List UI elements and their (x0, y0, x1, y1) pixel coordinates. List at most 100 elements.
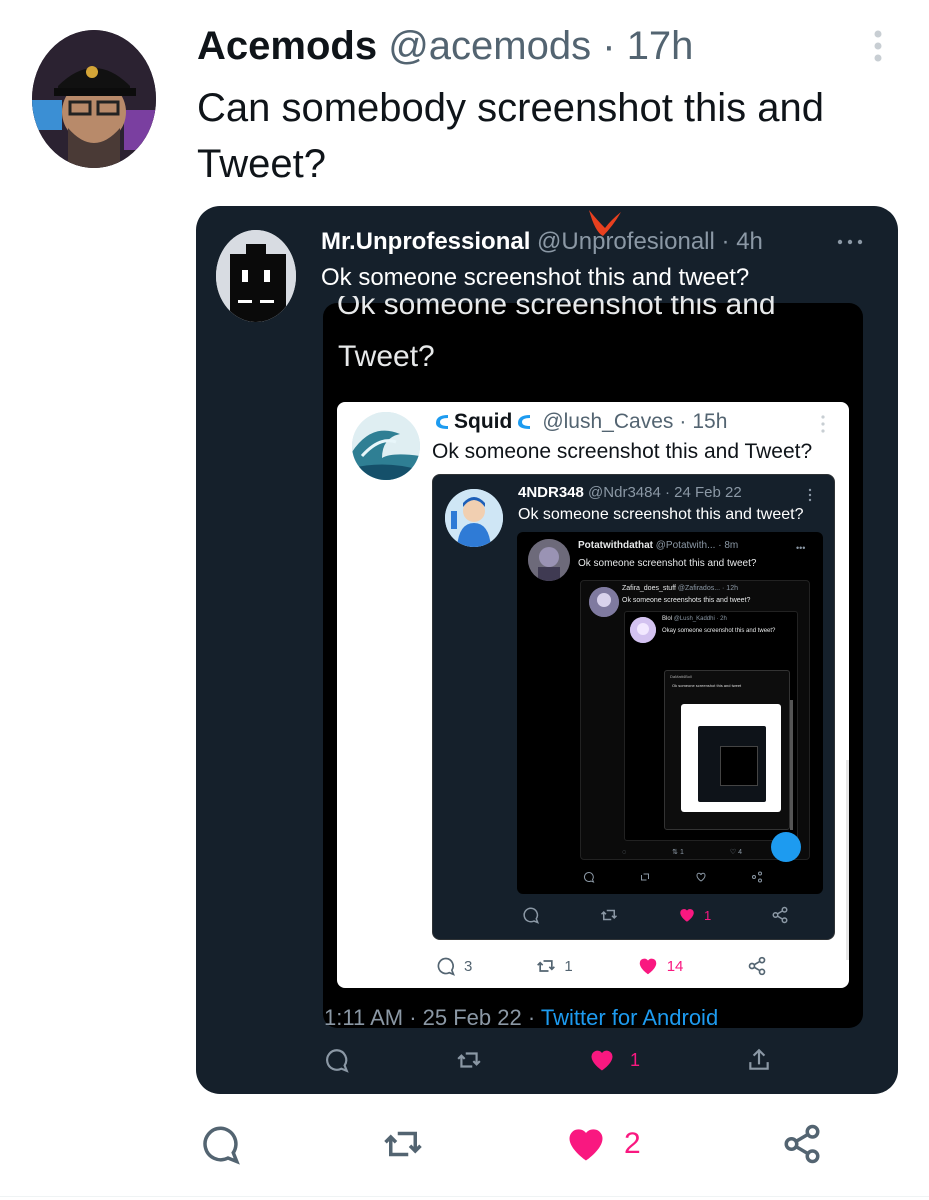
zafira-actions: ◌ ⇅ 1 ♡ 4 (622, 848, 743, 857)
like-button[interactable]: 2 (564, 1122, 641, 1166)
potat-tweet-text: Ok someone screenshot this and tweet? (578, 558, 757, 569)
ndr-like-count: 1 (704, 907, 712, 923)
wave-icon (518, 415, 531, 429)
ndr-tweet-text: Ok someone screenshot this and tweet? (518, 506, 804, 523)
shot-avatar (216, 230, 296, 322)
shot-meta-source: Twitter for Android (540, 1005, 719, 1030)
reply-icon (326, 1049, 349, 1073)
outer-actions: 2 (200, 1122, 823, 1166)
potat-more-icon: ••• (796, 543, 806, 553)
like-icon (696, 872, 706, 882)
divider (0, 1196, 929, 1197)
outer-like-count: 2 (624, 1127, 641, 1160)
squid-header: Squid @lush_Caves · 15h (432, 410, 727, 434)
like-icon (591, 1050, 613, 1071)
page-edge (846, 760, 849, 960)
zafira-tweet-text: Ok someone screenshots this and tweet? (622, 597, 751, 604)
retweet-icon (457, 1052, 481, 1068)
outer-timestamp[interactable]: 17h (627, 24, 694, 68)
retweet-icon: ⇅ 1 (672, 849, 684, 856)
shot-author-handle: @Unprofesionall (537, 228, 715, 255)
squid-author-name: Squid (454, 410, 513, 433)
shot-sep: · (721, 228, 730, 255)
blol-time: 2h (720, 616, 727, 622)
reply-icon: ◌ (622, 848, 627, 856)
potat-header: Potatwithdathat @Potatwith... · 8m (578, 540, 739, 551)
squid-like-count: 14 (666, 957, 684, 975)
zafira-author-name: Zafira_does_stuff (622, 585, 676, 592)
squid-more-icon (820, 414, 826, 434)
zafira-author-handle: @Zafirados... (677, 585, 721, 592)
deep-author-name: DaMatt4Boll (670, 674, 692, 679)
retweet-icon[interactable] (382, 1123, 424, 1165)
share-icon (752, 871, 762, 883)
more-options-icon[interactable] (866, 26, 890, 66)
wave-icon (436, 415, 448, 429)
shot-like-count: 1 (630, 1049, 641, 1070)
deep-inner-card-2 (720, 746, 758, 786)
ndr-time: 24 Feb 22 (674, 484, 742, 501)
reply-icon (523, 907, 540, 924)
shot-meta: 1:11 AM · 25 Feb 22 · Twitter for Androi… (324, 1005, 718, 1031)
zafira-time: 12h (726, 585, 738, 592)
potat-author-name: Potatwithdathat (578, 540, 653, 551)
like-icon (680, 909, 694, 922)
ndr-header: 4NDR348 @Ndr3484 · 24 Feb 22 (518, 484, 742, 501)
shot-actions: 1 (324, 1046, 772, 1074)
reply-icon (583, 871, 595, 883)
potat-author-handle: @Potatwith... (655, 540, 716, 551)
outer-separator: · (602, 24, 616, 68)
retweet-icon (537, 960, 556, 972)
shot-tweet-text: Ok someone screenshot this and tweet? (321, 264, 750, 291)
scrollbar (790, 700, 793, 830)
ndr-actions: 1 (522, 906, 789, 924)
blol-header: Blol @Lush_Kaddhi · 2h (662, 616, 727, 622)
blol-author-name: Blol (662, 616, 673, 622)
ndr-author-name: 4NDR348 (518, 484, 584, 501)
retweet-icon (600, 909, 618, 921)
share-icon[interactable] (781, 1123, 823, 1165)
potat-avatar (528, 539, 570, 581)
share-icon (772, 906, 788, 924)
squid-reply-count: 3 (464, 957, 473, 975)
shot-meta-time: 1:11 AM · 25 Feb 22 · (324, 1005, 541, 1030)
zafira-avatar (589, 587, 619, 617)
squid-actions: 3 1 14 (436, 955, 767, 977)
ndr-more-icon (808, 488, 812, 502)
share-icon (749, 1048, 769, 1070)
compose-fab (771, 832, 801, 862)
reply-icon (437, 957, 455, 976)
zafira-header: Zafira_does_stuff @Zafirados... · 12h (622, 585, 738, 592)
squid-avatar (352, 412, 420, 480)
outer-tweet-text: Can somebody screenshot this and Tweet? (197, 86, 825, 186)
share-icon (749, 956, 766, 976)
outer-author-name[interactable]: Acemods (197, 24, 377, 68)
blol-tweet-text: Okay someone screenshot this and tweet? (662, 628, 776, 634)
shot-time: 4h (736, 228, 763, 255)
ndr-avatar (445, 489, 503, 547)
blol-author-handle: @Lush_Kaddhi (673, 616, 715, 622)
squid-time: 15h (692, 410, 728, 433)
potat-time: 8m (724, 540, 739, 551)
red-drawing-mark (585, 206, 625, 240)
shot-media-text: Tweet? (338, 340, 435, 373)
squid-retweet-count: 1 (564, 957, 573, 975)
shot-media-text-cropped: Ok someone screenshot this and (337, 296, 776, 321)
outer-avatar[interactable] (32, 30, 156, 168)
squid-author-handle: @lush_Caves (542, 410, 674, 433)
outer-author-handle[interactable]: @acemods (388, 24, 591, 68)
blol-avatar (630, 617, 656, 643)
shot-header: Mr.Unprofessional @Unprofesionall · 4h (321, 228, 763, 256)
potat-actions (583, 871, 763, 883)
like-icon: ♡ 4 (729, 849, 743, 856)
like-icon (569, 1129, 603, 1161)
deep-tweet-text: Ok someone screenshot this and tweet (672, 683, 742, 688)
squid-tweet-text: Ok someone screenshot this and Tweet? (432, 440, 813, 463)
retweet-icon (641, 873, 649, 881)
like-icon (639, 958, 656, 975)
ndr-author-handle: @Ndr3484 (588, 484, 661, 501)
outer-tweet-header: Acemods @acemods · 17h (197, 24, 693, 69)
shot-author-name: Mr.Unprofessional (321, 228, 531, 255)
reply-icon[interactable] (200, 1123, 242, 1165)
shot-more-icon (836, 238, 864, 246)
